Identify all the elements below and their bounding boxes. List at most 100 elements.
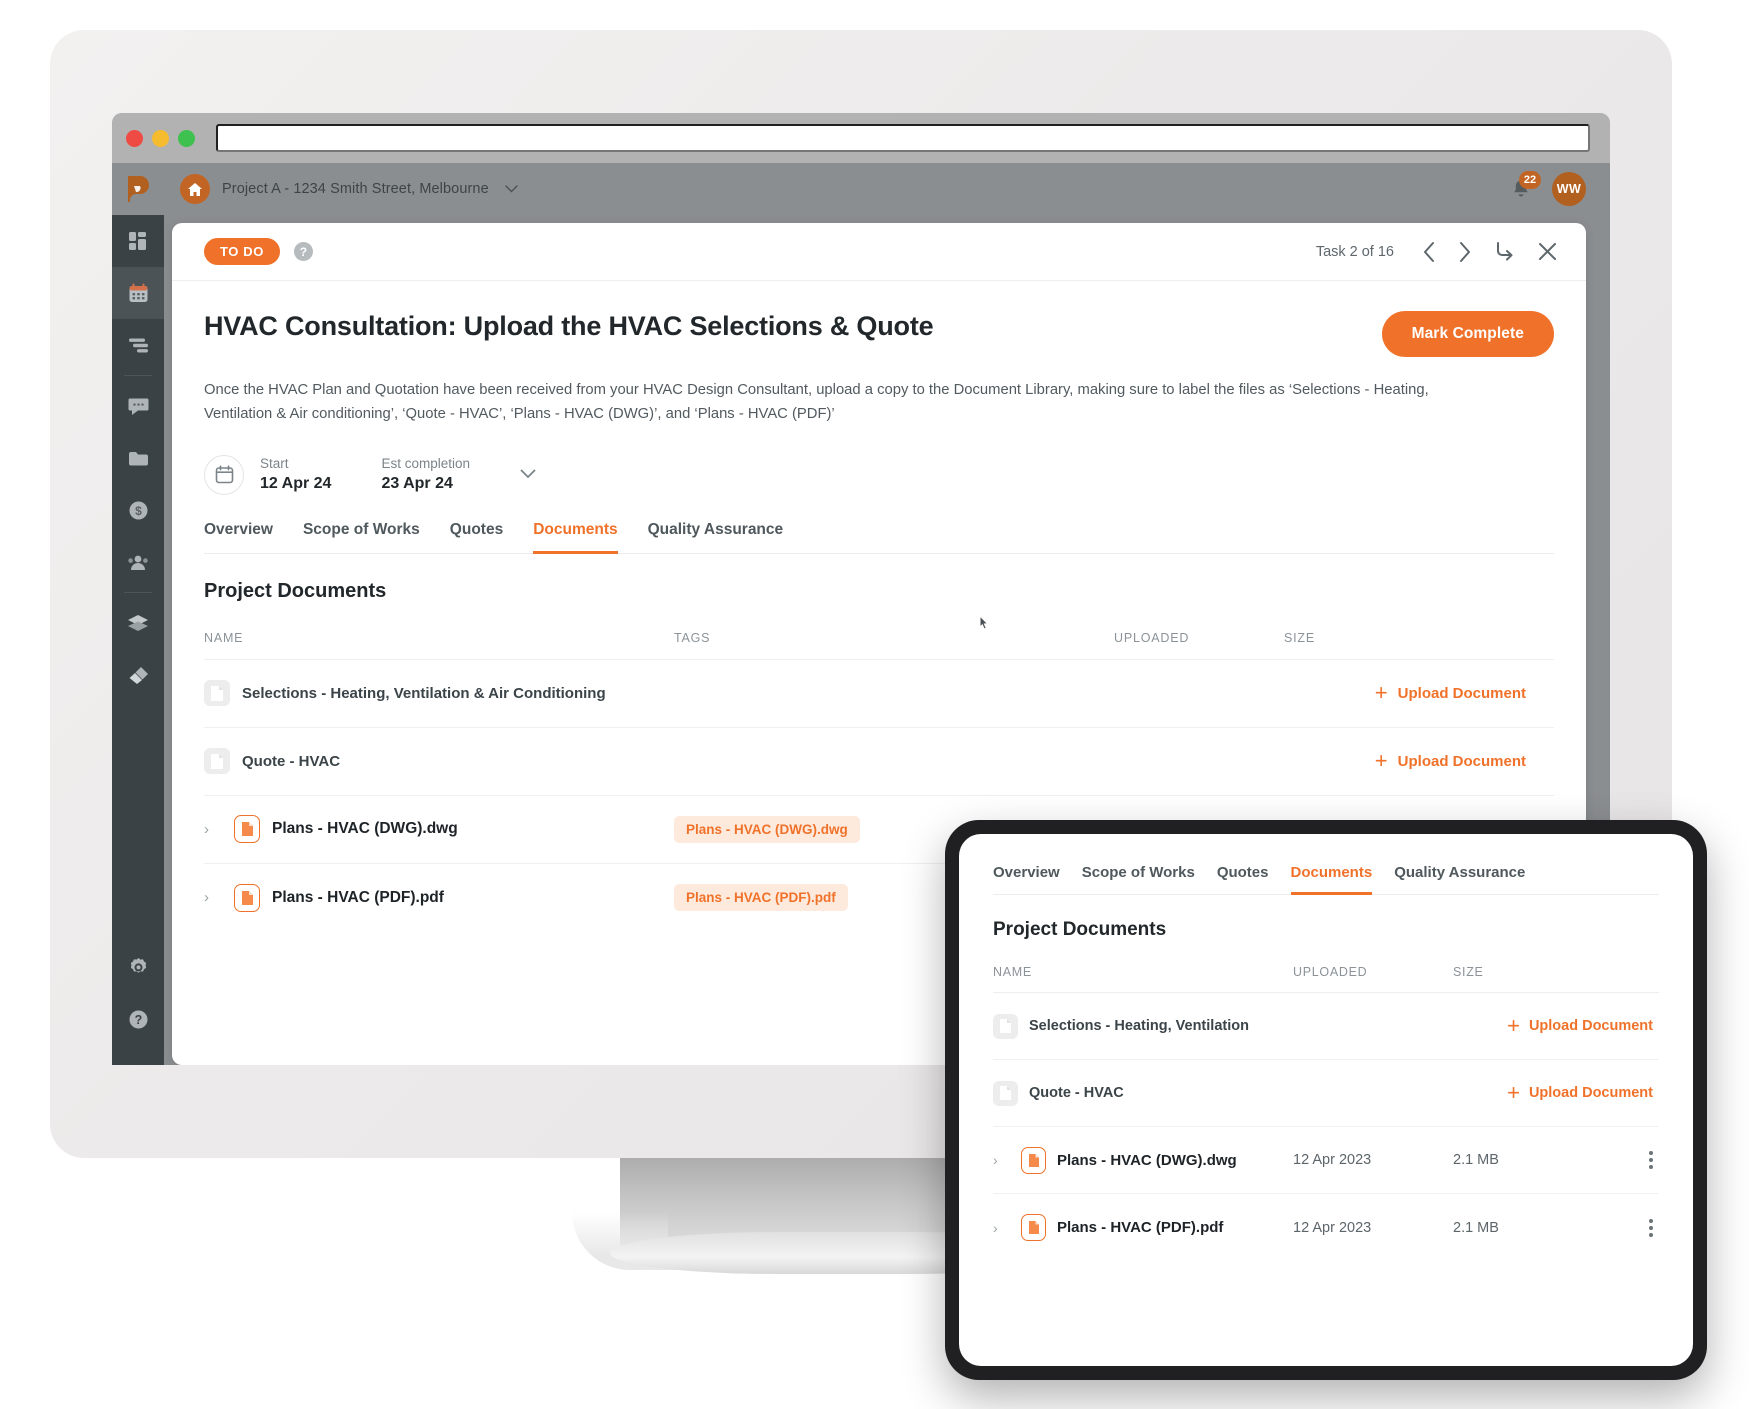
sidebar-item-schedule[interactable] [112, 267, 164, 319]
traffic-light-minimize-icon[interactable] [152, 129, 169, 147]
expand-row-icon[interactable]: › [204, 821, 222, 838]
sidebar-item-dashboard[interactable] [112, 215, 164, 267]
tablet-upload-document-label: Upload Document [1528, 1018, 1653, 1034]
tablet-tab-quality-assurance[interactable]: Quality Assurance [1394, 864, 1525, 895]
mark-complete-button[interactable]: Mark Complete [1381, 311, 1554, 357]
tablet-upload-document-button[interactable]: + Upload Document [1507, 1082, 1659, 1104]
url-input[interactable] [216, 124, 1590, 152]
tablet-table-row[interactable]: Selections - Heating, Ventilation + Uplo… [993, 993, 1659, 1060]
tablet-column-header-uploaded: UPLOADED [1293, 965, 1368, 979]
tablet-table-row[interactable]: Quote - HVAC + Upload Document [993, 1060, 1659, 1127]
tablet-table-row[interactable]: › Plans - HVAC (PDF).pdf 12 Apr 2023 2.1… [993, 1194, 1659, 1261]
task-dates-row: Start 12 Apr 24 Est completion 23 Apr 24 [204, 454, 1554, 495]
status-badge[interactable]: TO DO [204, 238, 280, 265]
chat-bubble-icon [128, 398, 148, 415]
sidebar-item-financials[interactable]: $ [112, 484, 164, 536]
home-icon[interactable] [180, 174, 210, 204]
topbar-right-group: 22 WW [1508, 171, 1586, 206]
tablet-tabs: Overview Scope of Works Quotes Documents… [993, 864, 1659, 895]
notifications-button[interactable]: 22 [1508, 171, 1541, 203]
tablet-document-name: Plans - HVAC (DWG).dwg [1057, 1151, 1237, 1169]
end-date-block[interactable]: Est completion 23 Apr 24 [381, 456, 470, 493]
task-counter: Task 2 of 16 [1315, 243, 1394, 260]
sidebar-item-contacts[interactable] [112, 536, 164, 588]
tab-documents[interactable]: Documents [533, 521, 618, 554]
buildertrend-logo-icon [125, 174, 151, 204]
sidebar-item-settings[interactable] [112, 941, 164, 993]
tablet-document-name: Plans - HVAC (PDF).pdf [1057, 1219, 1224, 1236]
tablet-tab-quotes[interactable]: Quotes [1217, 864, 1269, 895]
chevron-down-icon [520, 469, 536, 479]
sidebar-item-selections[interactable] [112, 597, 164, 649]
browser-chrome [112, 113, 1610, 163]
sidebar-divider-2 [124, 592, 152, 593]
plus-icon: + [1374, 748, 1388, 774]
document-tag[interactable]: Plans - HVAC (DWG).dwg [674, 815, 860, 843]
task-description: Once the HVAC Plan and Quotation have be… [204, 382, 1429, 422]
sidebar-item-trades[interactable] [112, 649, 164, 701]
app-topbar: Project A - 1234 Smith Street, Melbourne… [164, 163, 1610, 215]
tablet-document-uploaded: 12 Apr 2023 [1293, 1152, 1372, 1168]
tablet-table-row[interactable]: › Plans - HVAC (DWG).dwg 12 Apr 2023 2.1… [993, 1127, 1659, 1194]
tablet-document-size: 2.1 MB [1453, 1219, 1499, 1236]
avatar[interactable]: WW [1552, 172, 1586, 206]
folder-icon [128, 451, 148, 465]
upload-document-button[interactable]: + Upload Document [1375, 750, 1554, 772]
tablet-upload-document-label: Upload Document [1528, 1085, 1653, 1101]
tablet-tab-documents[interactable]: Documents [1290, 864, 1373, 895]
file-document-icon [234, 883, 260, 912]
table-row[interactable]: Selections - Heating, Ventilation & Air … [204, 660, 1554, 728]
sidebar-item-documents[interactable] [112, 432, 164, 484]
expand-row-icon[interactable]: › [204, 889, 222, 906]
tab-quotes[interactable]: Quotes [450, 521, 503, 554]
collapse-panel-button[interactable] [1494, 241, 1515, 262]
people-icon [128, 555, 148, 570]
dollar-circle-icon: $ [129, 501, 147, 519]
document-name: Plans - HVAC (DWG).dwg [272, 820, 458, 838]
close-panel-button[interactable] [1537, 241, 1558, 262]
plus-icon: + [1507, 1080, 1520, 1105]
traffic-light-maximize-icon[interactable] [178, 129, 195, 147]
column-header-uploaded: UPLOADED [1114, 630, 1190, 645]
expand-dates-button[interactable] [520, 466, 536, 484]
tab-overview[interactable]: Overview [204, 521, 273, 554]
expand-row-icon[interactable]: › [993, 1220, 1010, 1236]
task-title-row: HVAC Consultation: Upload the HVAC Selec… [204, 311, 1554, 357]
tablet-column-header-name: NAME [993, 965, 1032, 979]
document-tag[interactable]: Plans - HVAC (PDF).pdf [674, 884, 848, 912]
tab-quality-assurance[interactable]: Quality Assurance [648, 521, 784, 554]
next-task-button[interactable] [1458, 241, 1472, 263]
row-menu-icon[interactable] [1649, 1218, 1659, 1237]
column-header-name: NAME [204, 630, 244, 645]
tab-scope-of-works[interactable]: Scope of Works [303, 521, 420, 554]
sidebar: $ ? [112, 163, 164, 1065]
prev-task-button[interactable] [1422, 241, 1436, 263]
tablet-tab-scope-of-works[interactable]: Scope of Works [1082, 864, 1195, 895]
start-date-block[interactable]: Start 12 Apr 24 [260, 456, 331, 493]
expand-row-icon[interactable]: › [993, 1152, 1010, 1168]
row-menu-icon[interactable] [1649, 1151, 1659, 1169]
tablet-tab-overview[interactable]: Overview [993, 864, 1060, 895]
tablet-upload-document-button[interactable]: + Upload Document [1507, 1015, 1659, 1037]
status-help-icon[interactable]: ? [293, 242, 313, 261]
sidebar-item-todos[interactable] [112, 319, 164, 371]
file-document-icon [1021, 1146, 1046, 1174]
task-body: HVAC Consultation: Upload the HVAC Selec… [172, 281, 1586, 554]
svg-text:$: $ [135, 504, 142, 518]
task-panel-header: TO DO ? Task 2 of 16 [172, 223, 1586, 281]
sidebar-item-help[interactable]: ? [112, 993, 164, 1045]
table-row[interactable]: Quote - HVAC + Upload Document [204, 728, 1554, 796]
document-name: Plans - HVAC (PDF).pdf [272, 888, 444, 906]
svg-text:?: ? [134, 1013, 142, 1027]
chevron-down-icon[interactable] [505, 180, 518, 198]
document-placeholder-icon [993, 1080, 1018, 1106]
sidebar-item-messages[interactable] [112, 380, 164, 432]
app-logo[interactable] [112, 163, 164, 215]
column-header-tags: TAGS [674, 630, 711, 645]
chevron-left-icon [1424, 241, 1434, 262]
upload-document-button[interactable]: + Upload Document [1375, 682, 1554, 704]
document-name: Quote - HVAC [242, 752, 341, 770]
project-selector-label[interactable]: Project A - 1234 Smith Street, Melbourne [222, 181, 489, 197]
calendar-icon [129, 283, 147, 302]
traffic-light-close-icon[interactable] [126, 129, 143, 147]
